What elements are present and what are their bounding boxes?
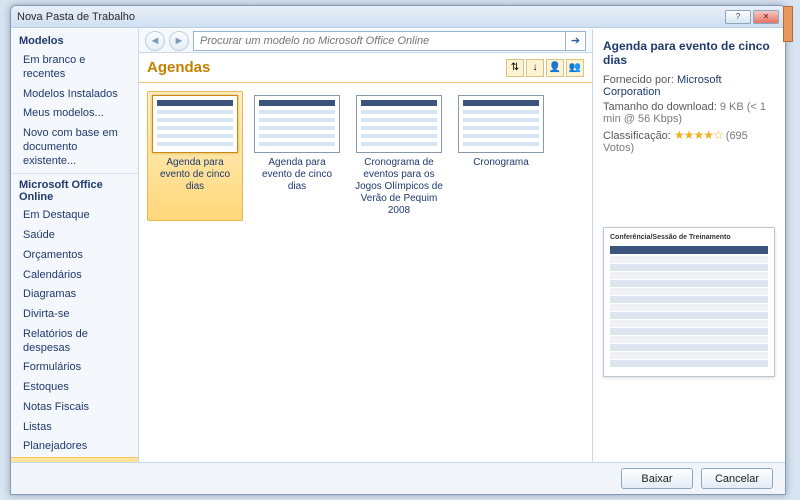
sidebar-item[interactable]: Modelos Instalados <box>11 85 138 105</box>
view-icon[interactable]: 👤 <box>546 59 564 77</box>
provider-row: Fornecido por: Microsoft Corporation <box>603 74 775 98</box>
help-button[interactable]: ? <box>725 10 751 24</box>
view-icons: ⇅↓👤👥 <box>506 59 584 77</box>
cancel-button[interactable]: Cancelar <box>701 468 773 489</box>
close-button[interactable]: ✕ <box>753 10 779 24</box>
star-icon: ★★★★☆ <box>674 128 723 142</box>
nav-back-button[interactable]: ◄ <box>145 31 165 51</box>
details-title: Agenda para evento de cinco dias <box>603 39 775 68</box>
toolbar: ◄ ► ➔ <box>139 29 592 53</box>
category-bar: Agendas ⇅↓👤👥 <box>139 53 592 83</box>
template-label: Cronograma <box>473 157 529 169</box>
view-icon[interactable]: 👥 <box>566 59 584 77</box>
sidebar-item[interactable]: Orçamentos <box>11 246 138 266</box>
sidebar-item[interactable]: Listas <box>11 418 138 438</box>
new-workbook-dialog: Nova Pasta de Trabalho ? ✕ Modelos Em br… <box>10 5 786 495</box>
template-thumb <box>152 95 238 153</box>
template-item[interactable]: Agenda para evento de cinco dias <box>147 91 243 221</box>
center-pane: ◄ ► ➔ Agendas ⇅↓👤👥 Agenda para evento de… <box>139 29 593 462</box>
template-item[interactable]: Cronograma <box>453 91 549 221</box>
nav-forward-button[interactable]: ► <box>169 31 189 51</box>
template-item[interactable]: Agenda para evento de cinco dias <box>249 91 345 221</box>
size-row: Tamanho do download: 9 KB (< 1 min @ 56 … <box>603 101 775 125</box>
template-preview: Conferência/Sessão de Treinamento <box>603 227 775 377</box>
details-pane: Agenda para evento de cinco dias Forneci… <box>593 29 785 462</box>
category-title: Agendas <box>147 59 506 76</box>
footer: Baixar Cancelar <box>11 462 785 494</box>
template-gallery: Agenda para evento de cinco dias Agenda p… <box>139 83 592 462</box>
sidebar-item[interactable]: Planejadores <box>11 437 138 457</box>
sidebar-item[interactable]: Calendários <box>11 266 138 286</box>
template-thumb <box>254 95 340 153</box>
template-thumb <box>458 95 544 153</box>
sidebar-item[interactable]: Divirta-se <box>11 305 138 325</box>
sidebar-item[interactable]: Novo com base em documento existente... <box>11 124 138 171</box>
template-thumb <box>356 95 442 153</box>
sidebar-section-online: Microsoft Office Online <box>11 173 138 206</box>
sidebar-item[interactable]: Meus modelos... <box>11 104 138 124</box>
window-title: Nova Pasta de Trabalho <box>17 11 135 23</box>
template-label: Agenda para evento de cinco dias <box>253 157 341 193</box>
dialog-body: Modelos Em branco e recentesModelos Inst… <box>11 28 785 462</box>
sidebar-item[interactable]: Estoques <box>11 378 138 398</box>
preview-title: Conferência/Sessão de Treinamento <box>610 234 731 241</box>
sidebar-item[interactable]: Saúde <box>11 226 138 246</box>
template-label: Agenda para evento de cinco dias <box>151 157 239 193</box>
sidebar: Modelos Em branco e recentesModelos Inst… <box>11 29 139 462</box>
download-button[interactable]: Baixar <box>621 468 693 489</box>
sidebar-item[interactable]: Formulários <box>11 358 138 378</box>
sidebar-item[interactable]: Em Destaque <box>11 206 138 226</box>
rating-row: Classificação: ★★★★☆ (695 Votos) <box>603 128 775 154</box>
sidebar-item[interactable]: Relatórios de despesas <box>11 325 138 359</box>
template-item[interactable]: Cronograma de eventos para os Jogos Olím… <box>351 91 447 221</box>
search-input[interactable] <box>194 35 565 47</box>
view-icon[interactable]: ⇅ <box>506 59 524 77</box>
decorative-tab <box>783 6 793 42</box>
sidebar-item[interactable]: Notas Fiscais <box>11 398 138 418</box>
sidebar-item[interactable]: Em branco e recentes <box>11 51 138 85</box>
search-go-button[interactable]: ➔ <box>565 32 585 50</box>
view-icon[interactable]: ↓ <box>526 59 544 77</box>
sidebar-item[interactable]: Diagramas <box>11 285 138 305</box>
sidebar-heading: Modelos <box>11 29 138 51</box>
titlebar: Nova Pasta de Trabalho ? ✕ <box>11 6 785 28</box>
search-box: ➔ <box>193 31 586 51</box>
template-label: Cronograma de eventos para os Jogos Olím… <box>355 157 443 217</box>
